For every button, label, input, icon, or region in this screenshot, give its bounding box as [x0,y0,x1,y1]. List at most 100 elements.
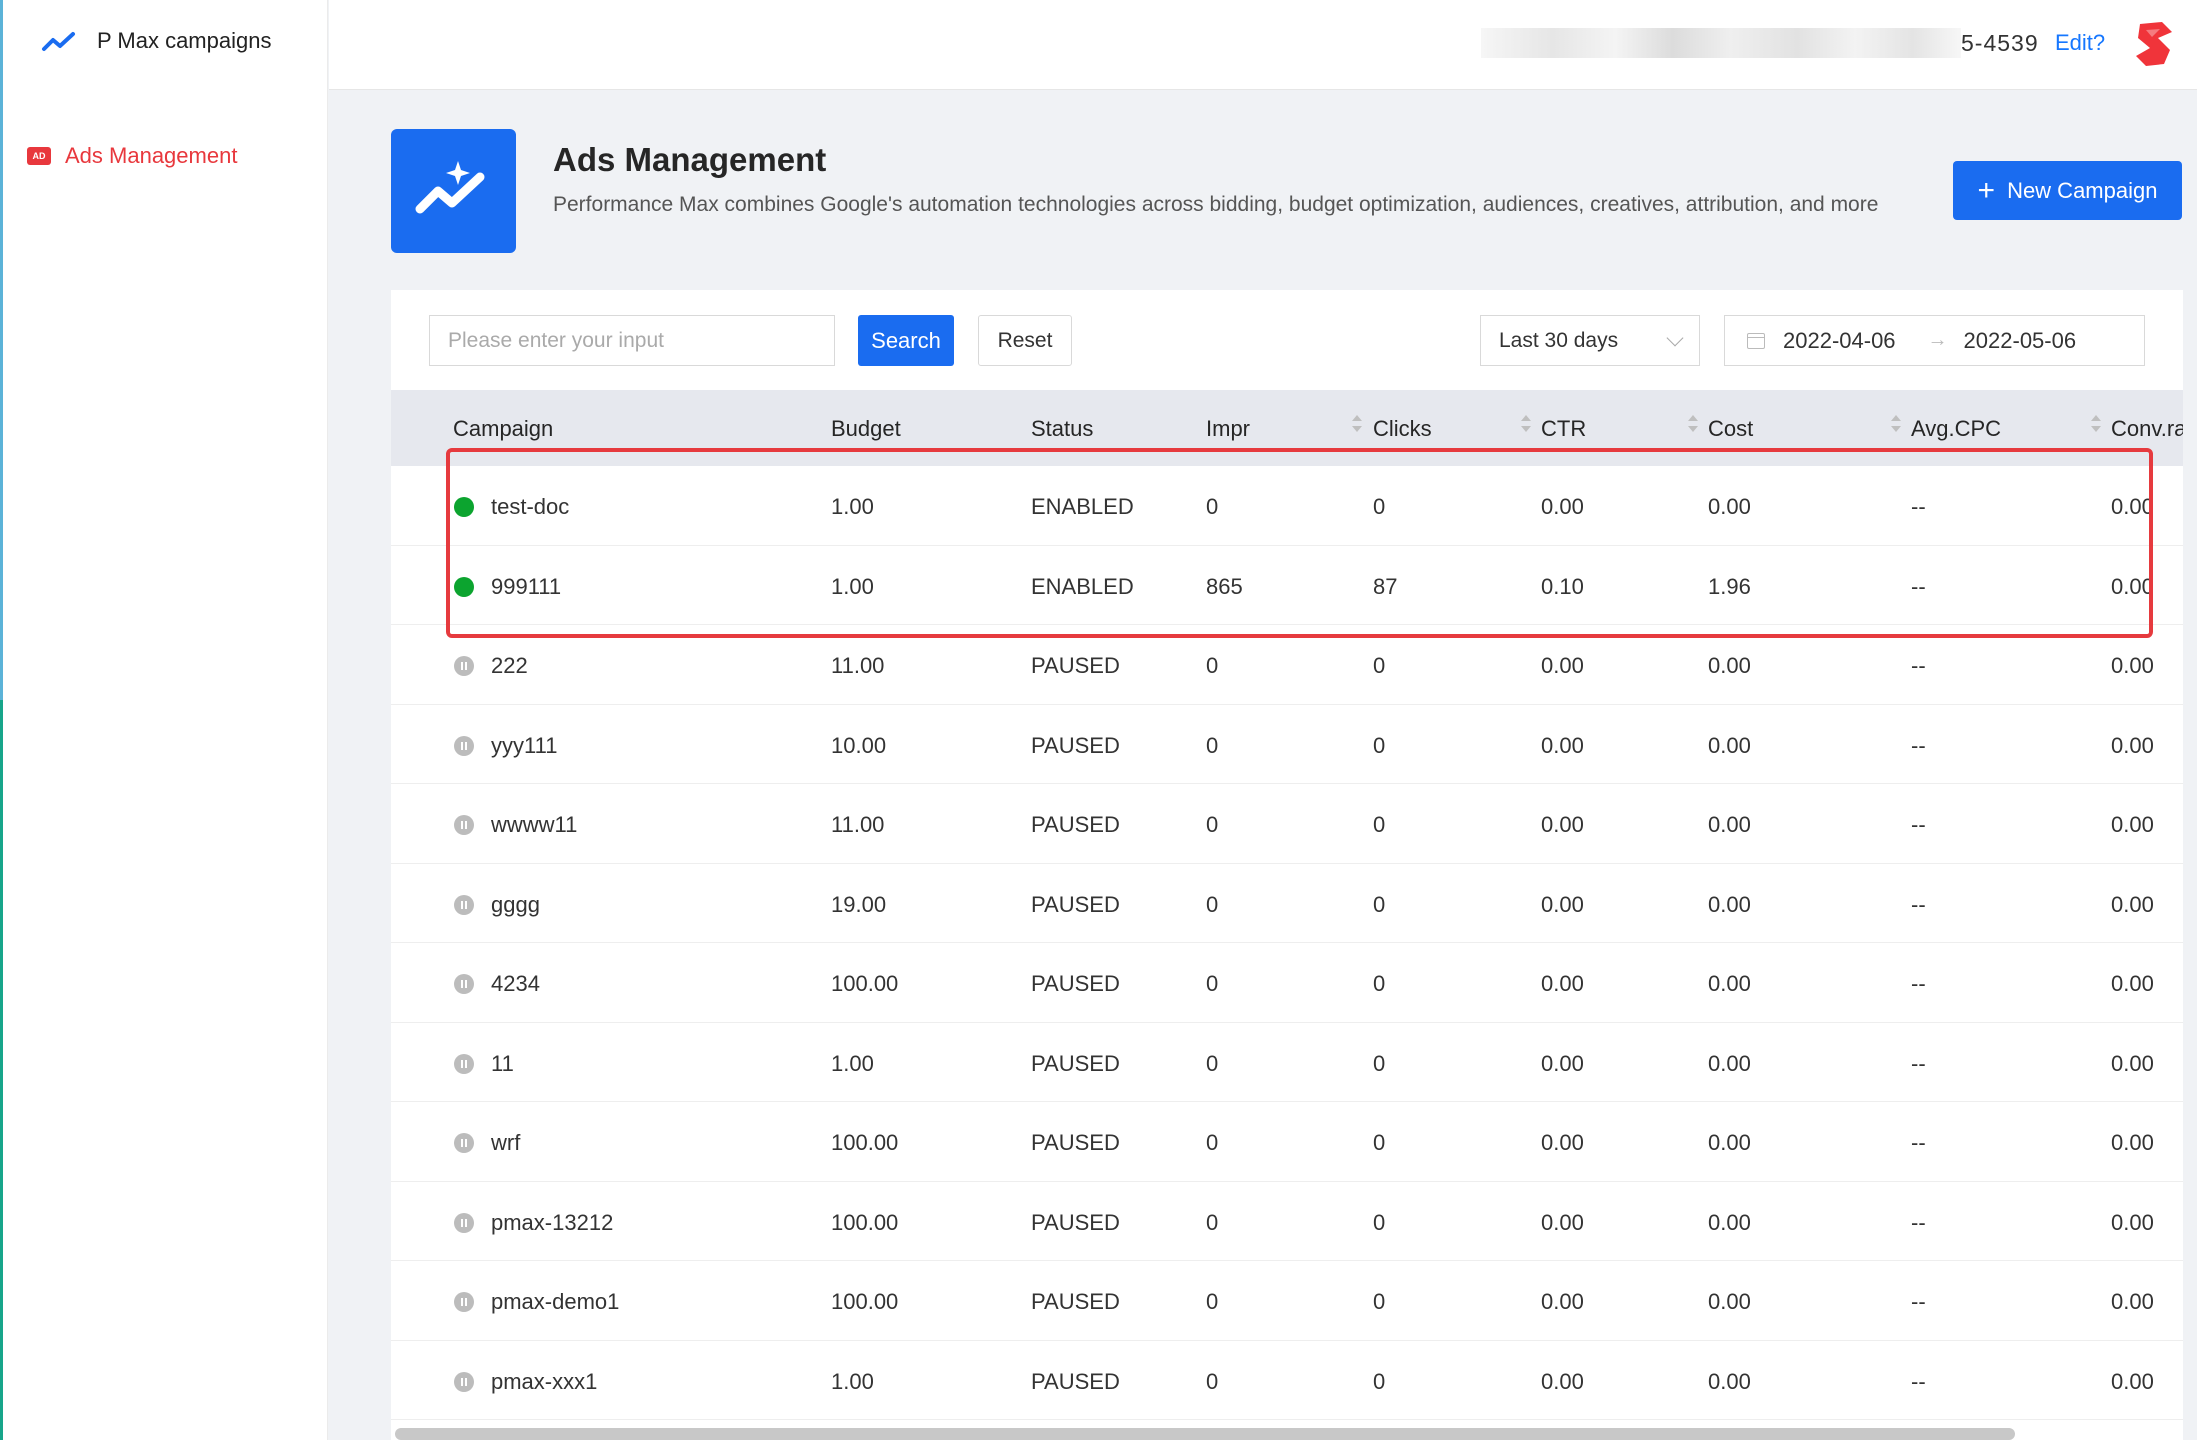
horizontal-scrollbar[interactable] [395,1428,2015,1440]
cell-clicks: 87 [1373,573,1398,599]
cell-campaign[interactable]: 222 [491,653,528,679]
cell-conv-rate: 0.00 [2111,494,2154,519]
date-start[interactable]: 2022-04-06 [1783,328,1896,354]
column-header-conv-rate[interactable]: Conv.ra [2111,416,2183,442]
cell-status: PAUSED [1031,812,1120,837]
trend-sparkle-icon [415,161,484,214]
table-row[interactable]: test-doc 1.00 ENABLED 0 0 0.00 0.00 -- 0.00 [391,466,2183,546]
sidebar-item-ads-management[interactable]: AD Ads Management [27,143,237,169]
page-title: Ads Management [553,141,827,178]
status-paused-icon [454,1371,474,1392]
sort-icon[interactable] [2091,415,2101,435]
cell-cost: 0.00 [1708,1289,1751,1314]
table-row[interactable]: 222 11.00 PAUSED 0 0 0.00 0.00 -- 0.00 [391,625,2183,705]
column-header-budget: Budget [831,416,901,441]
cell-campaign[interactable]: pmax-demo1 [491,1289,619,1315]
top-header: 5-4539 Edit? [329,0,2197,90]
sort-icon[interactable] [1352,415,1362,435]
trend-logo-icon [42,32,75,51]
column-header-avg-cpc[interactable]: Avg.CPC [1911,416,2001,442]
ads-management-icon [391,129,516,253]
column-header-ctr[interactable]: CTR [1541,416,1586,442]
column-header-cost[interactable]: Cost [1708,416,1753,442]
cell-ctr: 0.00 [1541,1289,1584,1314]
cell-avg-cpc: -- [1911,1368,1926,1394]
cell-campaign[interactable]: wrf [491,1130,520,1156]
brand-logo-icon[interactable] [2132,20,2176,68]
cell-budget: 1.00 [831,1368,874,1394]
cell-campaign[interactable]: 4234 [491,971,540,997]
column-header-clicks[interactable]: Clicks [1373,416,1432,442]
table-row[interactable]: pmax-xxx1 1.00 PAUSED 0 0 0.00 0.00 -- 0.00 [391,1341,2183,1420]
cell-campaign[interactable]: pmax-13212 [491,1210,613,1236]
cell-campaign[interactable]: test-doc [491,494,569,520]
cell-clicks: 0 [1373,1050,1386,1076]
cell-cost: 0.00 [1708,971,1751,996]
calendar-icon [1747,332,1765,349]
sort-icon[interactable] [1521,415,1531,435]
table-row[interactable]: wrf 100.00 PAUSED 0 0 0.00 0.00 -- 0.00 [391,1102,2183,1182]
chevron-down-icon [1666,329,1684,346]
cell-budget: 100.00 [831,1130,899,1155]
status-paused-icon [454,1053,474,1074]
cell-campaign[interactable]: 999111 [491,574,561,600]
table-row[interactable]: wwww11 11.00 PAUSED 0 0 0.00 0.00 -- 0.00 [391,784,2183,864]
cell-impr: 0 [1206,971,1219,996]
page-description: Performance Max combines Google's automa… [553,193,1879,216]
cell-clicks: 0 [1373,1289,1386,1314]
cell-status: PAUSED [1031,891,1120,917]
reset-button[interactable]: Reset [978,315,1072,366]
table-row[interactable]: pmax-demo1 100.00 PAUSED 0 0 0.00 0.00 -- 0.00 [391,1261,2183,1341]
cell-campaign[interactable]: yyy111 [491,733,557,759]
cell-ctr: 0.00 [1541,494,1584,519]
table-row[interactable]: yyy111 10.00 PAUSED 0 0 0.00 0.00 -- 0.00 [391,705,2183,784]
cell-cost: 0.00 [1708,653,1751,678]
cell-cost: 0.00 [1708,891,1751,917]
cell-budget: 1.00 [831,494,874,519]
sidebar-item-label: Ads Management [65,143,238,168]
cell-status: PAUSED [1031,971,1120,996]
sort-icon[interactable] [1688,415,1698,435]
table-header: Campaign Budget Status Impr Clicks CTR C… [391,390,2183,466]
table-row[interactable]: 4234 100.00 PAUSED 0 0 0.00 0.00 -- 0.00 [391,943,2183,1023]
new-campaign-button[interactable]: + New Campaign [1953,161,2182,220]
cell-campaign[interactable]: gggg [491,892,540,918]
cell-campaign[interactable]: 11 [491,1051,514,1077]
cell-avg-cpc: -- [1911,494,1926,519]
cell-campaign[interactable]: pmax-xxx1 [491,1369,597,1395]
new-campaign-label: New Campaign [2007,177,2158,203]
date-end[interactable]: 2022-05-06 [1964,328,2077,354]
account-id: 5-4539 [1961,30,2039,56]
cell-cost: 0.00 [1708,1130,1751,1155]
cell-budget: 11.00 [831,812,885,837]
date-range-picker[interactable]: 2022-04-06 → 2022-05-06 [1724,315,2145,366]
edit-account-link[interactable]: Edit? [2055,30,2105,56]
table-row[interactable]: 999111 1.00 ENABLED 865 87 0.10 1.96 -- 0.00 [391,546,2183,625]
table-row[interactable]: 11 1.00 PAUSED 0 0 0.00 0.00 -- 0.00 [391,1023,2183,1102]
sort-icon[interactable] [1891,415,1901,435]
status-paused-icon [454,656,474,676]
cell-status: ENABLED [1031,573,1134,599]
cell-avg-cpc: -- [1911,891,1926,917]
cell-avg-cpc: -- [1911,1209,1926,1235]
cell-conv-rate: 0.00 [2111,653,2154,678]
cell-conv-rate: 0.00 [2111,891,2154,917]
cell-budget: 100.00 [831,971,899,996]
cell-cost: 0.00 [1708,1368,1751,1394]
date-range-select[interactable]: Last 30 days [1480,315,1700,366]
cell-status: PAUSED [1031,1130,1120,1155]
search-input[interactable] [429,315,835,366]
cell-ctr: 0.00 [1541,1209,1584,1235]
cell-campaign[interactable]: wwww11 [491,812,577,838]
account-name-redacted [1481,28,1961,58]
brand[interactable]: P Max campaigns [41,28,271,54]
arrow-right-icon: → [1927,329,1948,351]
cell-conv-rate: 0.00 [2111,1209,2154,1235]
cell-impr: 0 [1206,812,1219,837]
campaign-card: Search Reset Last 30 days 2022-04-06 → 2… [391,290,2183,1440]
cell-budget: 19.00 [831,891,887,917]
status-enabled-icon [454,497,474,517]
table-row[interactable]: gggg 19.00 PAUSED 0 0 0.00 0.00 -- 0.00 [391,864,2183,943]
table-row[interactable]: pmax-13212 100.00 PAUSED 0 0 0.00 0.00 -- 0.00 [391,1182,2183,1261]
search-button[interactable]: Search [858,315,954,366]
